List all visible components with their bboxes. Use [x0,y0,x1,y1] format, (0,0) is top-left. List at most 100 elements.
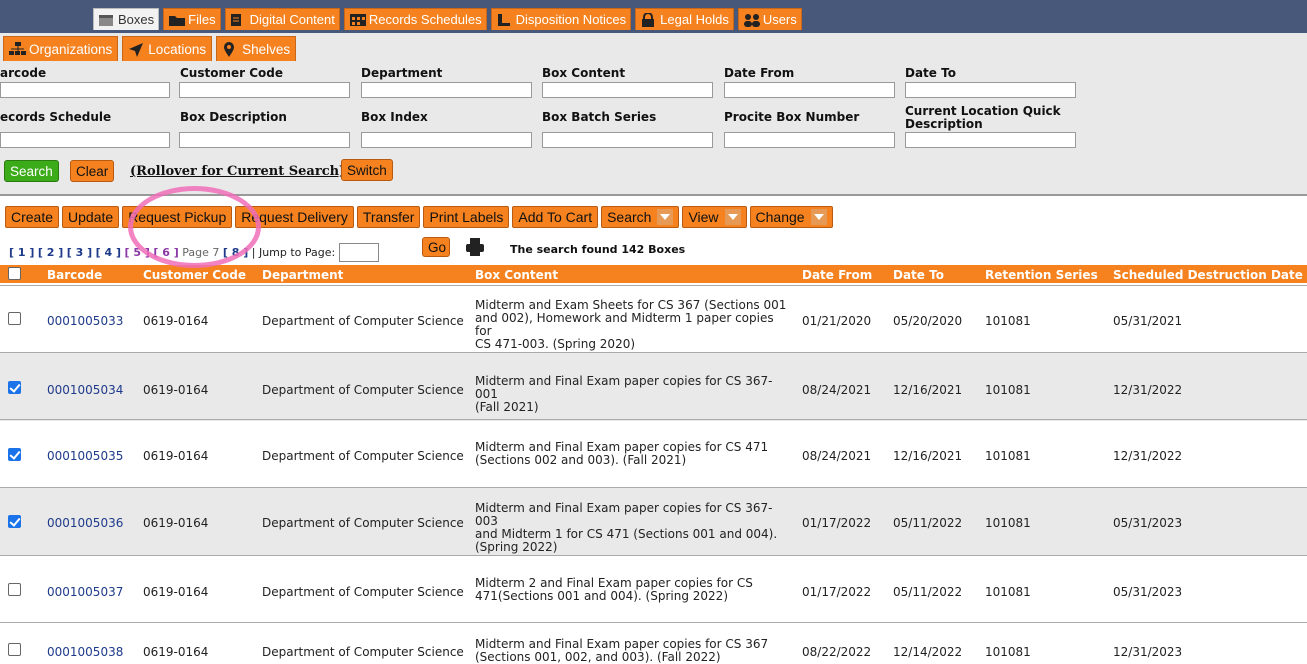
date-from: 01/17/2022 [802,516,872,530]
chevron-down-icon[interactable] [810,209,827,225]
col-department[interactable]: Department [262,268,343,282]
button-label: View [688,209,719,225]
content-line: CS 471-003. (Spring 2020) [475,337,636,351]
box-index-input[interactable] [361,132,532,148]
tab-locations[interactable]: Locations [122,36,213,61]
page-link-1[interactable]: [ 1 ] [9,246,34,259]
customer-code: 0619-0164 [143,383,209,397]
department: Department of Computer Science [262,449,464,463]
col-retention-series[interactable]: Retention Series [985,268,1098,282]
barcode-link[interactable]: 0001005035 [47,449,123,463]
page-link-3[interactable]: [ 3 ] [67,246,92,259]
box-content: Midterm and Final Exam paper copies for … [475,638,790,664]
tab-legal-holds[interactable]: Legal Holds [635,8,734,30]
tab-organizations[interactable]: Organizations [3,36,119,61]
chevron-down-icon[interactable] [657,209,674,225]
destruction-date: 05/31/2023 [1113,585,1183,599]
row-checkbox[interactable] [8,448,21,461]
location-arrow-icon [128,42,144,57]
date-from-label: Date From [724,66,795,80]
transfer-button[interactable]: Transfer [356,206,421,228]
date-to-input[interactable] [905,82,1076,98]
create-button[interactable]: Create [5,206,60,228]
col-date-from[interactable]: Date From [802,268,872,282]
view-menu-button[interactable]: View [682,206,747,228]
date-from-input[interactable] [724,82,895,98]
department-input[interactable] [361,82,532,98]
col-customer-code[interactable]: Customer Code [143,268,246,282]
page-link-4[interactable]: [ 4 ] [96,246,121,259]
tab-shelves[interactable]: Shelves [216,36,297,61]
tab-files[interactable]: Files [163,8,221,30]
page-link-8[interactable]: [ 8 ] [223,246,248,259]
col-destruction-date[interactable]: Scheduled Destruction Date [1113,268,1303,282]
barcode-link[interactable]: 0001005038 [47,645,123,659]
jump-to-page-input[interactable] [339,243,380,262]
row-checkbox[interactable] [8,583,21,596]
table-row: 0001005037 0619-0164 Department of Compu… [0,555,1307,624]
barcode-link[interactable]: 0001005033 [47,314,123,328]
tab-label: Shelves [242,41,291,57]
rollover-link[interactable]: (Rollover for Current Search) [130,164,345,179]
row-checkbox[interactable] [8,312,21,325]
switch-button[interactable]: Switch [341,159,393,181]
box-content-label: Box Content [542,66,626,80]
page-link-2[interactable]: [ 2 ] [38,246,63,259]
customer-code-input[interactable] [179,82,350,98]
barcode-link[interactable]: 0001005036 [47,516,123,530]
tab-records-schedules[interactable]: Records Schedules [343,8,487,30]
current-location-input[interactable] [905,132,1076,148]
search-button[interactable]: Search [4,160,59,182]
tab-label: Records Schedules [368,12,482,27]
add-to-cart-button[interactable]: Add To Cart [512,206,599,228]
content-line: (Sections 002 and 003). (Fall 2021) [475,453,687,467]
printer-icon[interactable] [465,237,485,257]
row-checkbox[interactable] [8,381,21,394]
barcode-link[interactable]: 0001005034 [47,383,123,397]
go-button[interactable]: Go [422,237,450,257]
retention-series: 101081 [985,449,1031,463]
box-content: Midterm and Final Exam paper copies for … [475,441,790,467]
content-line: Midterm 2 and Final Exam paper copies fo… [475,576,753,590]
box-batch-series-input[interactable] [542,132,713,148]
search-menu-button[interactable]: Search [601,206,680,228]
tab-disposition-notices[interactable]: Disposition Notices [490,8,632,30]
print-labels-button[interactable]: Print Labels [423,206,510,228]
select-all-checkbox[interactable] [8,267,21,280]
content-line: (Spring 2022) [475,540,558,554]
tab-digital-content[interactable]: Digital Content [224,8,340,30]
date-to: 05/11/2022 [893,516,963,530]
search-result-count: The search found 142 Boxes [510,243,686,256]
col-date-to[interactable]: Date To [893,268,944,282]
content-line: (Fall 2021) [475,400,539,414]
request-delivery-button[interactable]: Request Delivery [235,206,354,228]
procite-box-number-input[interactable] [724,132,895,148]
chevron-down-icon[interactable] [724,209,741,225]
box-description-input[interactable] [179,132,350,148]
update-button[interactable]: Update [62,206,120,228]
box-content: Midterm and Final Exam paper copies for … [475,502,790,554]
clear-button[interactable]: Clear [70,160,115,182]
department: Department of Computer Science [262,585,464,599]
content-line: Midterm and Exam Sheets for CS 367 (Sect… [475,298,787,312]
barcode-link[interactable]: 0001005037 [47,585,123,599]
date-from: 08/22/2022 [802,645,872,659]
page-link-6[interactable]: [ 6 ] [153,246,178,259]
content-line: Midterm and Final Exam paper copies for … [475,501,773,528]
page-link-5[interactable]: [ 5 ] [125,246,150,259]
change-menu-button[interactable]: Change [749,206,833,228]
date-to: 05/11/2022 [893,585,963,599]
col-barcode[interactable]: Barcode [47,268,102,282]
box-content-input[interactable] [542,82,713,98]
col-box-content[interactable]: Box Content [475,268,558,282]
records-schedule-input[interactable] [0,132,170,148]
row-checkbox[interactable] [8,515,21,528]
request-pickup-button[interactable]: Request Pickup [122,206,233,228]
tab-boxes[interactable]: Boxes [93,8,160,30]
date-to: 12/16/2021 [893,383,963,397]
row-checkbox[interactable] [8,643,21,656]
tab-users[interactable]: Users [737,8,802,30]
tab-label: Boxes [118,12,155,27]
barcode-input[interactable] [0,82,170,98]
pagination: [ 1 ] [ 2 ] [ 3 ] [ 4 ] [ 5 ] [ 6 ] Page… [9,243,387,262]
